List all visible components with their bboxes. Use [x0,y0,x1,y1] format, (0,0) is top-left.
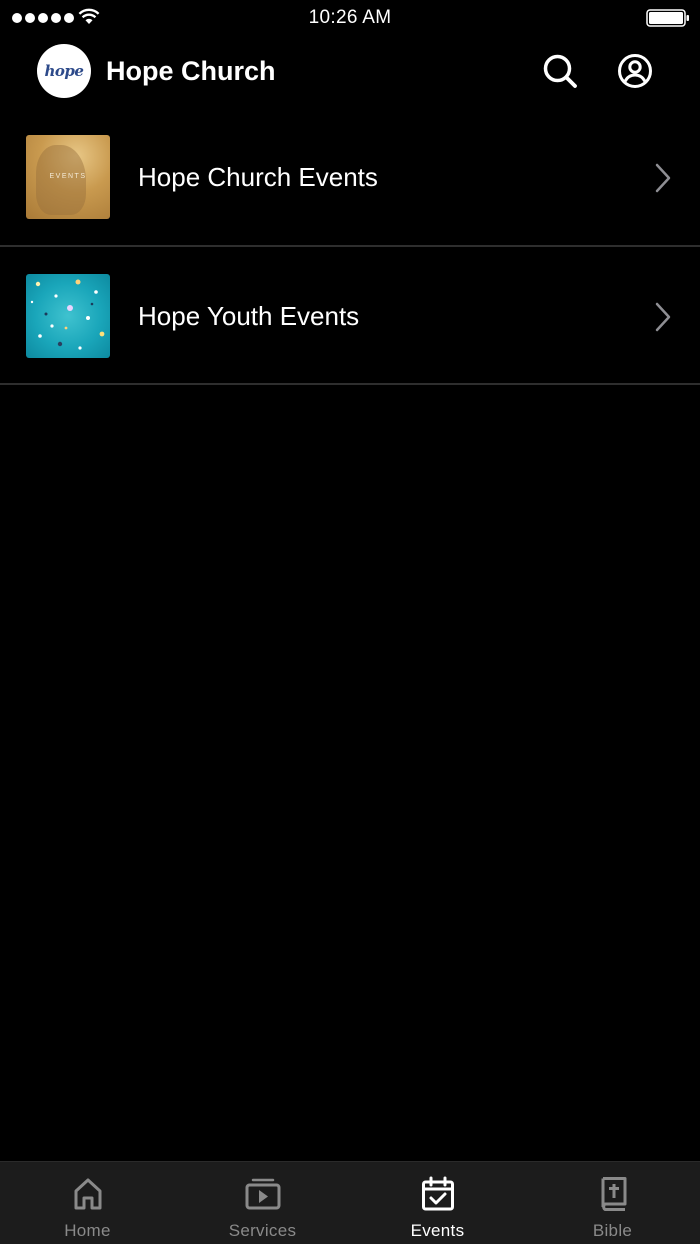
church-logo: hope [37,44,91,98]
tab-bar: Home Services Events Bible [0,1161,700,1244]
thumbnail-text: EVENTS [49,173,87,180]
hope-church-events-thumbnail: EVENTS [26,135,110,219]
hope-youth-events-thumbnail [26,274,110,358]
chevron-right-icon [654,163,672,198]
account-icon [618,54,652,88]
account-button[interactable] [616,52,654,90]
status-bar: 10:26 AM [0,0,700,36]
list-item-label: Hope Youth Events [138,301,360,331]
search-button[interactable] [541,52,579,90]
tab-label: Events [410,1221,465,1240]
tab-events[interactable]: Events [350,1162,525,1244]
list-item-label: Hope Church Events [138,162,378,192]
app-header: hope Hope Church [0,36,700,108]
list-item-hope-youth-events[interactable]: Hope Youth Events [0,247,700,385]
bible-icon [598,1175,628,1213]
list-item-hope-church-events[interactable]: EVENTS Hope Church Events [0,108,700,247]
play-video-icon [245,1175,281,1213]
logo-text: hope [44,62,84,80]
battery-icon [646,9,690,32]
home-icon [72,1175,104,1213]
calendar-check-icon [421,1175,455,1213]
search-icon [543,54,577,88]
status-time: 10:26 AM [308,7,392,28]
tab-services[interactable]: Services [175,1162,350,1244]
tab-bible[interactable]: Bible [525,1162,700,1244]
page-title: Hope Church [106,56,276,86]
tab-label: Bible [592,1221,633,1240]
chevron-right-icon [654,302,672,337]
tab-home[interactable]: Home [0,1162,175,1244]
events-list: EVENTS Hope Church Events Hope Youth Eve… [0,108,700,385]
tab-label: Services [228,1221,297,1240]
tab-label: Home [64,1221,111,1240]
